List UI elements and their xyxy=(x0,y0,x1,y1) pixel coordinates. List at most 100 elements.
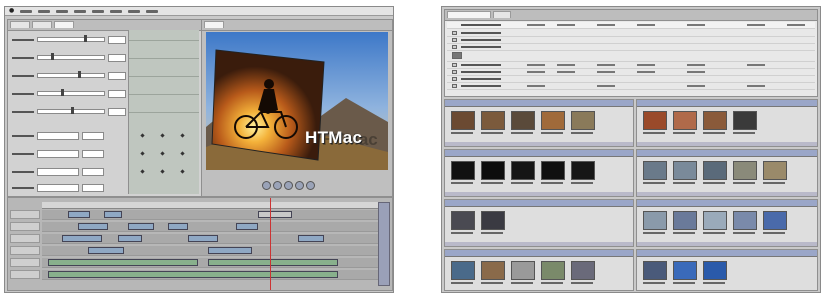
list-item[interactable] xyxy=(447,44,815,51)
timeline-clip[interactable] xyxy=(104,211,122,218)
timeline-clip[interactable] xyxy=(68,211,90,218)
keyframe-marker[interactable] xyxy=(160,133,165,138)
parameter-value-field[interactable] xyxy=(108,53,126,62)
slider-knob[interactable] xyxy=(61,89,65,96)
step-forward-button[interactable] xyxy=(295,181,304,190)
clip-thumbnail[interactable] xyxy=(643,111,667,130)
parameter-slider[interactable] xyxy=(37,53,105,60)
keyframe-marker[interactable] xyxy=(180,169,185,174)
clip-thumbnail[interactable] xyxy=(451,111,475,130)
clip-thumbnail[interactable] xyxy=(571,111,595,130)
timeline-clip[interactable] xyxy=(88,247,124,254)
timeline-clip[interactable] xyxy=(188,235,218,242)
bin-title-bar[interactable] xyxy=(637,250,817,257)
timeline-scrollbar[interactable] xyxy=(378,202,390,286)
slider-knob[interactable] xyxy=(51,53,55,60)
parameter-slider[interactable] xyxy=(37,35,105,42)
track-header[interactable] xyxy=(10,270,40,279)
clip-thumbnail[interactable] xyxy=(733,211,757,230)
list-item[interactable] xyxy=(447,30,815,37)
clip-thumbnail[interactable] xyxy=(703,211,727,230)
keyframe-marker[interactable] xyxy=(160,169,165,174)
clip-thumbnail[interactable] xyxy=(511,261,535,280)
track-header[interactable] xyxy=(10,258,40,267)
keyframe-marker[interactable] xyxy=(180,133,185,138)
tab-active[interactable] xyxy=(54,21,74,28)
clip-thumbnail[interactable] xyxy=(763,211,787,230)
clip-thumbnail[interactable] xyxy=(733,161,757,180)
bin-scrollbar[interactable] xyxy=(445,242,633,246)
bin-scrollbar[interactable] xyxy=(637,242,817,246)
rewind-button[interactable] xyxy=(262,181,271,190)
clip-thumbnail[interactable] xyxy=(481,211,505,230)
clip-thumbnail[interactable] xyxy=(451,211,475,230)
bin-title-bar[interactable] xyxy=(445,150,633,157)
timeline-clip[interactable] xyxy=(298,235,324,242)
audio-clip[interactable] xyxy=(48,259,198,266)
timeline-ruler[interactable] xyxy=(42,202,378,209)
clip-thumbnail[interactable] xyxy=(481,111,505,130)
timeline-clip[interactable] xyxy=(128,223,154,230)
bin-title-bar[interactable] xyxy=(445,200,633,207)
timeline-clip[interactable] xyxy=(208,247,252,254)
clip-thumbnail[interactable] xyxy=(511,111,535,130)
parameter-slider[interactable] xyxy=(37,71,105,78)
tab[interactable] xyxy=(32,21,52,28)
list-item[interactable] xyxy=(447,37,815,44)
clip-thumbnail[interactable] xyxy=(481,261,505,280)
parameter-value-field[interactable] xyxy=(108,107,126,116)
fast-forward-button[interactable] xyxy=(306,181,315,190)
clip-thumbnail[interactable] xyxy=(511,161,535,180)
parameter-value-field[interactable] xyxy=(82,149,104,158)
parameter-slider[interactable] xyxy=(37,89,105,96)
timeline-clip[interactable] xyxy=(78,223,108,230)
bin-scrollbar[interactable] xyxy=(445,142,633,146)
timeline-clip[interactable] xyxy=(258,211,292,218)
menu-item[interactable] xyxy=(38,9,51,13)
tab[interactable] xyxy=(10,21,30,28)
track-header[interactable] xyxy=(10,210,40,219)
tab[interactable] xyxy=(493,11,511,18)
parameter-value-field[interactable] xyxy=(37,183,79,192)
keyframe-marker[interactable] xyxy=(180,151,185,156)
clip-thumbnail[interactable] xyxy=(673,161,697,180)
parameter-value-field[interactable] xyxy=(108,89,126,98)
apple-menu-icon[interactable]: ● xyxy=(9,7,14,15)
list-item[interactable] xyxy=(447,76,815,83)
playhead[interactable] xyxy=(270,198,271,290)
list-item[interactable] xyxy=(447,51,815,62)
bin-scrollbar[interactable] xyxy=(637,142,817,146)
parameter-value-field[interactable] xyxy=(37,131,79,140)
slider-knob[interactable] xyxy=(84,35,88,42)
clip-thumbnail[interactable] xyxy=(673,111,697,130)
timeline-clip[interactable] xyxy=(62,235,102,242)
tab-active[interactable] xyxy=(204,21,224,28)
keyframe-marker[interactable] xyxy=(140,133,145,138)
clip-thumbnail[interactable] xyxy=(703,261,727,280)
parameter-value-field[interactable] xyxy=(82,183,104,192)
list-item[interactable] xyxy=(447,62,815,69)
clip-thumbnail[interactable] xyxy=(541,111,565,130)
parameter-value-field[interactable] xyxy=(82,167,104,176)
step-back-button[interactable] xyxy=(273,181,282,190)
keyframe-marker[interactable] xyxy=(140,151,145,156)
clip-thumbnail[interactable] xyxy=(733,111,757,130)
column-header-row[interactable] xyxy=(447,22,815,29)
parameter-slider[interactable] xyxy=(37,107,105,114)
clip-thumbnail[interactable] xyxy=(763,161,787,180)
clip-thumbnail[interactable] xyxy=(703,161,727,180)
list-item[interactable] xyxy=(447,83,815,90)
track-header[interactable] xyxy=(10,234,40,243)
menu-item[interactable] xyxy=(128,9,141,13)
menu-item[interactable] xyxy=(92,9,105,13)
clip-thumbnail[interactable] xyxy=(451,261,475,280)
clip-thumbnail[interactable] xyxy=(703,111,727,130)
parameter-value-field[interactable] xyxy=(108,35,126,44)
clip-thumbnail[interactable] xyxy=(571,261,595,280)
track-header[interactable] xyxy=(10,222,40,231)
bin-title-bar[interactable] xyxy=(637,200,817,207)
bin-scrollbar[interactable] xyxy=(445,192,633,196)
video-track[interactable] xyxy=(42,210,378,220)
keyframe-marker[interactable] xyxy=(140,169,145,174)
slider-knob[interactable] xyxy=(71,107,74,114)
